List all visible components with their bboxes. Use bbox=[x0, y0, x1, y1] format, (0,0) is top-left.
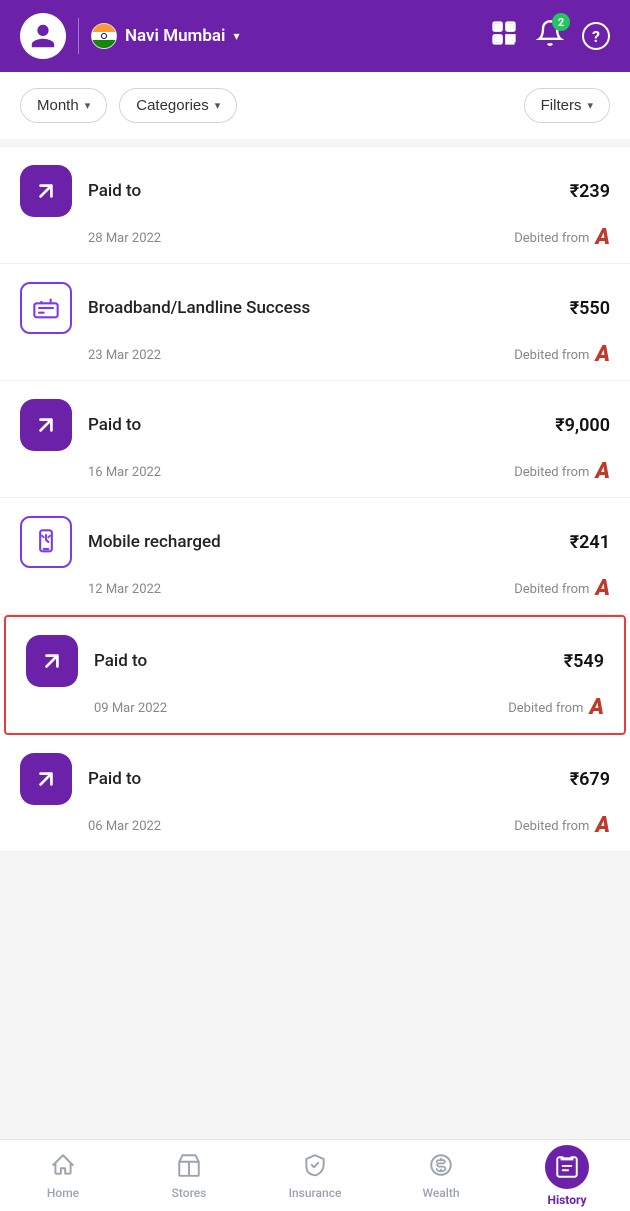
debit-info: Debited from A bbox=[508, 697, 604, 719]
tx-date: 28 Mar 2022 bbox=[88, 231, 161, 246]
tx-date: 23 Mar 2022 bbox=[88, 348, 161, 363]
home-icon bbox=[50, 1152, 76, 1182]
transaction-item[interactable]: Paid to ₹239 28 Mar 2022 Debited from A bbox=[0, 147, 630, 264]
tx-title: Paid to bbox=[88, 415, 539, 435]
filters-button[interactable]: Filters ▾ bbox=[524, 88, 610, 123]
qr-scan-button[interactable] bbox=[490, 19, 518, 53]
categories-chevron-icon: ▾ bbox=[215, 99, 221, 112]
transaction-list: Paid to ₹239 28 Mar 2022 Debited from A bbox=[0, 147, 630, 852]
notification-count-badge: 2 bbox=[552, 13, 570, 31]
axis-logo: A bbox=[595, 344, 610, 366]
bottom-nav: Home Stores Insurance Wealth bbox=[0, 1139, 630, 1211]
debit-info: Debited from A bbox=[514, 344, 610, 366]
month-filter-label: Month bbox=[37, 97, 79, 114]
debit-label: Debited from bbox=[508, 701, 583, 716]
axis-logo: A bbox=[595, 227, 610, 249]
nav-item-insurance[interactable]: Insurance bbox=[252, 1140, 378, 1211]
categories-filter-label: Categories bbox=[136, 97, 209, 114]
nav-label-stores: Stores bbox=[172, 1186, 207, 1200]
transaction-item[interactable]: Broadband/Landline Success ₹550 23 Mar 2… bbox=[0, 264, 630, 381]
app-header: Navi Mumbai ▾ 2 ? bbox=[0, 0, 630, 72]
month-filter[interactable]: Month ▾ bbox=[20, 88, 107, 123]
broadband-icon bbox=[20, 282, 72, 334]
paid-icon bbox=[26, 635, 78, 687]
tx-title: Paid to bbox=[88, 769, 554, 789]
city-name: Navi Mumbai bbox=[125, 26, 225, 46]
nav-label-history: History bbox=[547, 1193, 586, 1207]
paid-icon bbox=[20, 165, 72, 217]
tx-date: 06 Mar 2022 bbox=[88, 819, 161, 834]
mobile-recharge-icon bbox=[20, 516, 72, 568]
debit-info: Debited from A bbox=[514, 461, 610, 483]
nav-item-history[interactable]: History bbox=[504, 1140, 630, 1211]
wealth-icon bbox=[428, 1152, 454, 1182]
debit-label: Debited from bbox=[514, 348, 589, 363]
nav-item-wealth[interactable]: Wealth bbox=[378, 1140, 504, 1211]
location-selector[interactable]: Navi Mumbai ▾ bbox=[91, 23, 239, 49]
filters-label: Filters bbox=[541, 97, 582, 114]
transaction-item[interactable]: Mobile recharged ₹241 12 Mar 2022 Debite… bbox=[0, 498, 630, 615]
nav-label-wealth: Wealth bbox=[422, 1186, 459, 1200]
axis-logo: A bbox=[595, 815, 610, 837]
tx-date: 09 Mar 2022 bbox=[94, 701, 167, 716]
main-content: Month ▾ Categories ▾ Filters ▾ Paid to ₹… bbox=[0, 72, 630, 932]
avatar[interactable] bbox=[20, 13, 66, 59]
tx-amount: ₹9,000 bbox=[555, 415, 610, 436]
debit-info: Debited from A bbox=[514, 578, 610, 600]
filter-bar: Month ▾ Categories ▾ Filters ▾ bbox=[0, 72, 630, 139]
debit-info: Debited from A bbox=[514, 815, 610, 837]
tx-date: 16 Mar 2022 bbox=[88, 465, 161, 480]
location-chevron-icon: ▾ bbox=[233, 29, 239, 43]
tx-title: Broadband/Landline Success bbox=[88, 298, 554, 318]
debit-label: Debited from bbox=[514, 582, 589, 597]
axis-logo: A bbox=[595, 578, 610, 600]
nav-label-home: Home bbox=[47, 1186, 79, 1200]
stores-icon bbox=[176, 1152, 202, 1182]
debit-label: Debited from bbox=[514, 465, 589, 480]
categories-filter[interactable]: Categories ▾ bbox=[119, 88, 237, 123]
axis-logo: A bbox=[595, 461, 610, 483]
header-divider bbox=[78, 18, 79, 54]
transaction-item-highlighted[interactable]: Paid to ₹549 09 Mar 2022 Debited from A bbox=[4, 615, 626, 735]
tx-amount: ₹550 bbox=[570, 298, 610, 319]
nav-label-insurance: Insurance bbox=[289, 1186, 342, 1200]
transaction-item[interactable]: Paid to ₹679 06 Mar 2022 Debited from A bbox=[0, 735, 630, 852]
history-icon-bg bbox=[545, 1145, 589, 1189]
header-right: 2 ? bbox=[490, 19, 610, 53]
nav-item-home[interactable]: Home bbox=[0, 1140, 126, 1211]
notifications-button[interactable]: 2 bbox=[536, 19, 564, 53]
month-chevron-icon: ▾ bbox=[85, 99, 91, 112]
tx-title: Paid to bbox=[94, 651, 548, 671]
india-flag bbox=[91, 23, 117, 49]
insurance-icon bbox=[302, 1152, 328, 1182]
tx-title: Paid to bbox=[88, 181, 554, 201]
tx-date: 12 Mar 2022 bbox=[88, 582, 161, 597]
debit-info: Debited from A bbox=[514, 227, 610, 249]
header-left: Navi Mumbai ▾ bbox=[20, 13, 239, 59]
debit-label: Debited from bbox=[514, 231, 589, 246]
nav-item-stores[interactable]: Stores bbox=[126, 1140, 252, 1211]
tx-amount: ₹241 bbox=[570, 532, 610, 553]
tx-amount: ₹239 bbox=[570, 181, 610, 202]
tx-title: Mobile recharged bbox=[88, 532, 554, 552]
paid-icon bbox=[20, 399, 72, 451]
paid-icon bbox=[20, 753, 72, 805]
help-button[interactable]: ? bbox=[582, 22, 610, 50]
filters-chevron-icon: ▾ bbox=[587, 99, 593, 112]
tx-amount: ₹679 bbox=[570, 769, 610, 790]
tx-amount: ₹549 bbox=[564, 651, 604, 672]
debit-label: Debited from bbox=[514, 819, 589, 834]
transaction-item[interactable]: Paid to ₹9,000 16 Mar 2022 Debited from … bbox=[0, 381, 630, 498]
axis-logo: A bbox=[589, 697, 604, 719]
